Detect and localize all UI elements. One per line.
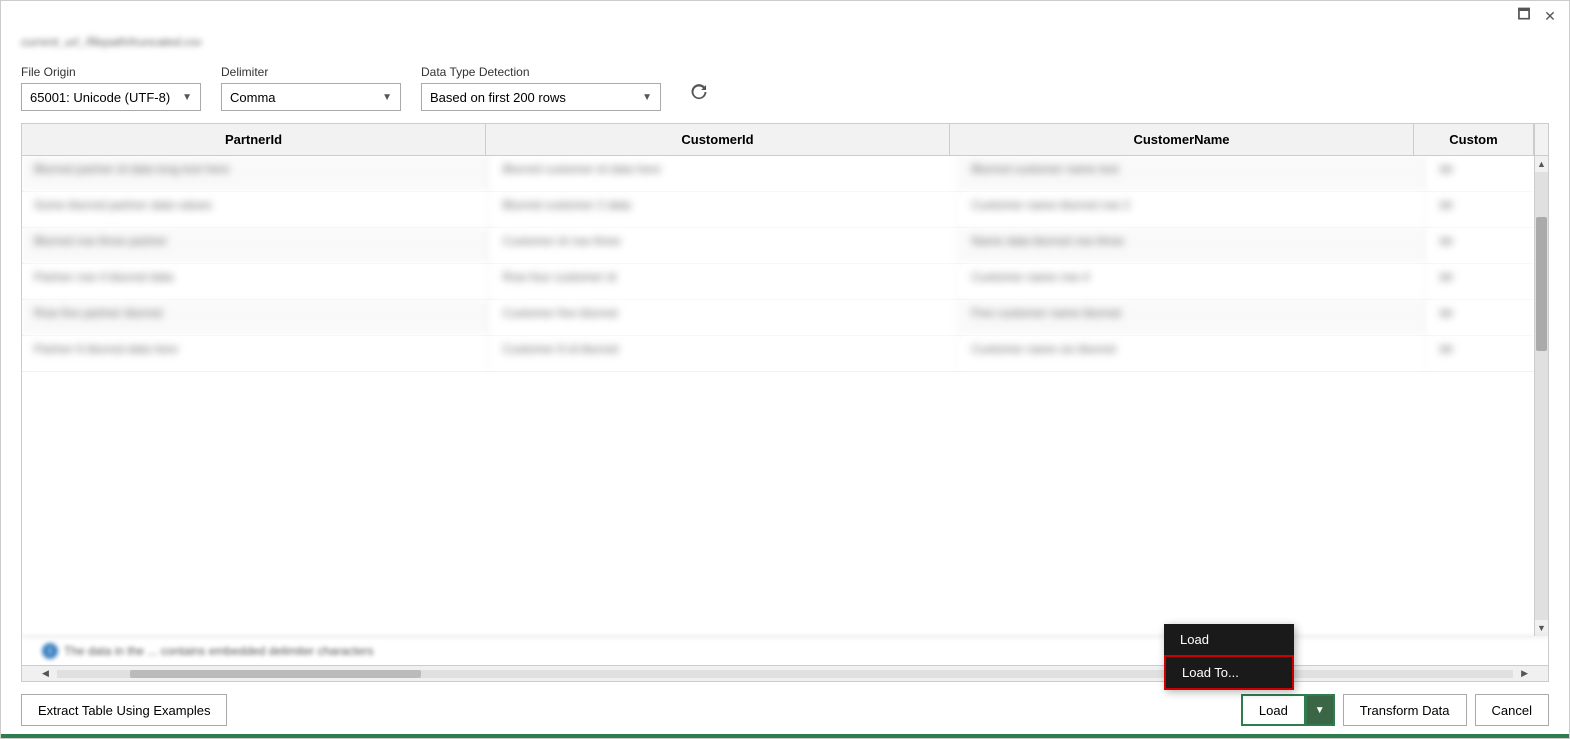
cell: Blurred customer id data here — [491, 156, 960, 191]
cell: Row five partner blurred — [22, 300, 491, 335]
cell: Name data blurred row three — [959, 228, 1428, 263]
file-title: current_url_/filepath/truncated.csv — [1, 31, 1569, 59]
footer-right: Load Load To... Load ▼ Transform Data Ca… — [1241, 694, 1549, 726]
table-row: Partner 6 blurred data here Customer 6 i… — [22, 336, 1548, 372]
cell: Customer name row 4 — [959, 264, 1428, 299]
bottom-green-bar — [1, 734, 1569, 738]
cell: Customer 6 id blurred — [491, 336, 960, 371]
cell: Customer id row three — [491, 228, 960, 263]
delimiter-label: Delimiter — [221, 65, 401, 79]
scroll-track[interactable] — [1535, 172, 1548, 620]
load-dropdown-menu: Load Load To... — [1164, 624, 1294, 690]
scroll-thumb — [1536, 217, 1547, 351]
footer: Extract Table Using Examples Load Load T… — [1, 682, 1569, 738]
cell: Customer five blurred — [491, 300, 960, 335]
status-text: The data in the ... contains embedded de… — [64, 644, 374, 658]
dropdown-item-load[interactable]: Load — [1164, 624, 1294, 655]
transform-data-button[interactable]: Transform Data — [1343, 694, 1467, 726]
cell: Blurred customer name text — [959, 156, 1428, 191]
cell: Row four customer id — [491, 264, 960, 299]
col-header-custom: Custom — [1414, 124, 1534, 155]
delimiter-arrow-icon: ▼ — [382, 92, 392, 103]
cell: Some blurred partner data values — [22, 192, 491, 227]
cancel-button[interactable]: Cancel — [1475, 694, 1549, 726]
delimiter-select[interactable]: Comma ▼ — [221, 83, 401, 111]
delimiter-value: Comma — [230, 90, 276, 105]
file-origin-label: File Origin — [21, 65, 201, 79]
load-button[interactable]: Load — [1241, 694, 1306, 726]
cell: blr — [1428, 228, 1548, 263]
data-type-label: Data Type Detection — [421, 65, 661, 79]
scroll-down-icon[interactable]: ▼ — [1535, 620, 1549, 636]
table-row: Partner row 4 blurred data Row four cust… — [22, 264, 1548, 300]
cell: Customer name blurred row 2 — [959, 192, 1428, 227]
scroll-right-icon[interactable]: ▶ — [1517, 668, 1532, 679]
cell: blr — [1428, 156, 1548, 191]
extract-table-button[interactable]: Extract Table Using Examples — [21, 694, 227, 726]
table-row: Row five partner blurred Customer five b… — [22, 300, 1548, 336]
dropdown-item-load-to[interactable]: Load To... — [1164, 655, 1294, 690]
close-button[interactable]: ✕ — [1541, 7, 1559, 25]
data-type-group: Data Type Detection Based on first 200 r… — [421, 65, 661, 111]
refresh-icon[interactable] — [689, 82, 709, 111]
cell: Customer name six blurred — [959, 336, 1428, 371]
data-type-arrow-icon: ▼ — [642, 92, 652, 103]
status-bar: i The data in the ... contains embedded … — [22, 636, 1548, 665]
h-scroll-track[interactable] — [57, 670, 1513, 678]
minimize-button[interactable]: 🗖 — [1515, 7, 1533, 25]
title-bar: 🗖 ✕ — [1, 1, 1569, 31]
table-header: PartnerId CustomerId CustomerName Custom — [22, 124, 1548, 156]
dialog: 🗖 ✕ current_url_/filepath/truncated.csv … — [0, 0, 1570, 739]
load-split-button: Load ▼ — [1241, 694, 1335, 726]
col-header-customername: CustomerName — [950, 124, 1414, 155]
cell: Blurred row three partner — [22, 228, 491, 263]
col-header-customerid: CustomerId — [486, 124, 950, 155]
controls-row: File Origin 65001: Unicode (UTF-8) ▼ Del… — [1, 59, 1569, 123]
data-type-select[interactable]: Based on first 200 rows ▼ — [421, 83, 661, 111]
horizontal-scrollbar[interactable]: ◀ ▶ — [22, 665, 1548, 681]
table-body: Blurred partner id data long text here B… — [22, 156, 1548, 636]
cell: blr — [1428, 336, 1548, 371]
info-icon: i — [42, 643, 58, 659]
cell: blr — [1428, 300, 1548, 335]
table-row: Some blurred partner data values Blurred… — [22, 192, 1548, 228]
data-table: PartnerId CustomerId CustomerName Custom… — [21, 123, 1549, 682]
delimiter-group: Delimiter Comma ▼ — [221, 65, 401, 111]
cell: Five customer name blurred — [959, 300, 1428, 335]
scroll-up-icon[interactable]: ▲ — [1535, 156, 1549, 172]
title-bar-controls: 🗖 ✕ — [1515, 7, 1559, 25]
vertical-scrollbar[interactable]: ▲ ▼ — [1534, 156, 1548, 636]
load-arrow-icon: ▼ — [1315, 705, 1325, 716]
scroll-left-icon[interactable]: ◀ — [38, 668, 53, 679]
file-origin-value: 65001: Unicode (UTF-8) — [30, 90, 170, 105]
cell: Partner row 4 blurred data — [22, 264, 491, 299]
cell: Blurred partner id data long text here — [22, 156, 491, 191]
cell: Blurred customer 2 data — [491, 192, 960, 227]
cell: blr — [1428, 192, 1548, 227]
file-origin-select[interactable]: 65001: Unicode (UTF-8) ▼ — [21, 83, 201, 111]
file-origin-group: File Origin 65001: Unicode (UTF-8) ▼ — [21, 65, 201, 111]
load-dropdown-arrow-button[interactable]: ▼ — [1306, 694, 1335, 726]
h-scroll-thumb — [130, 670, 421, 678]
col-header-partnerid: PartnerId — [22, 124, 486, 155]
data-type-value: Based on first 200 rows — [430, 90, 566, 105]
table-row: Blurred row three partner Customer id ro… — [22, 228, 1548, 264]
cell: blr — [1428, 264, 1548, 299]
cell: Partner 6 blurred data here — [22, 336, 491, 371]
table-row: Blurred partner id data long text here B… — [22, 156, 1548, 192]
file-origin-arrow-icon: ▼ — [182, 92, 192, 103]
